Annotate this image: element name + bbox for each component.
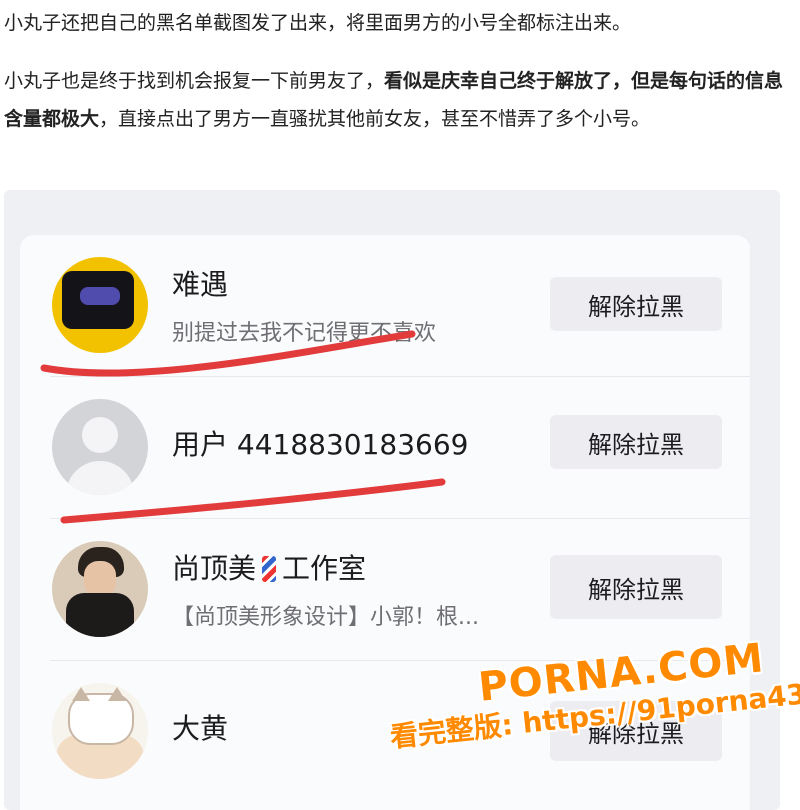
paragraph-2-tail: ，直接点出了男方一直骚扰其他前女友，甚至不惜弄了多个小号。	[99, 108, 651, 130]
barber-pole-icon	[262, 556, 277, 582]
contact-signature: 【尚顶美形象设计】小郭！根...	[172, 605, 479, 630]
contact-name-part: 尚顶美	[172, 552, 257, 585]
avatar[interactable]	[52, 541, 148, 637]
article-paragraph-2: 小丸子也是终于找到机会报复一下前男友了，看似是庆幸自己终于解放了，但是每句话的信…	[4, 62, 792, 138]
contact-name-part: 工作室	[282, 552, 367, 585]
paragraph-2-lead: 小丸子也是终于找到机会报复一下前男友了，	[4, 70, 385, 92]
avatar[interactable]	[52, 257, 148, 353]
unblock-button[interactable]: 解除拉黑	[550, 555, 722, 619]
blacklist-row: 难遇 别提过去我不记得更不喜欢 解除拉黑	[20, 235, 750, 375]
unblock-button[interactable]: 解除拉黑	[550, 277, 722, 331]
blacklist-row: 尚顶美 工作室 【尚顶美形象设计】小郭！根... 解除拉黑	[20, 519, 750, 659]
contact-name: 难遇	[172, 268, 229, 301]
default-avatar-icon[interactable]	[52, 399, 148, 495]
contact-name: 用户 4418830183669	[172, 428, 469, 461]
contact-name: 尚顶美 工作室	[172, 547, 366, 587]
article-paragraph-1: 小丸子还把自己的黑名单截图发了出来，将里面男方的小号全都标注出来。	[4, 12, 632, 34]
unblock-button[interactable]: 解除拉黑	[550, 415, 722, 469]
blacklist-row: 用户 4418830183669 解除拉黑	[20, 377, 750, 517]
avatar[interactable]	[52, 683, 148, 779]
contact-name: 大黄	[172, 712, 229, 745]
contact-signature: 别提过去我不记得更不喜欢	[172, 321, 437, 346]
